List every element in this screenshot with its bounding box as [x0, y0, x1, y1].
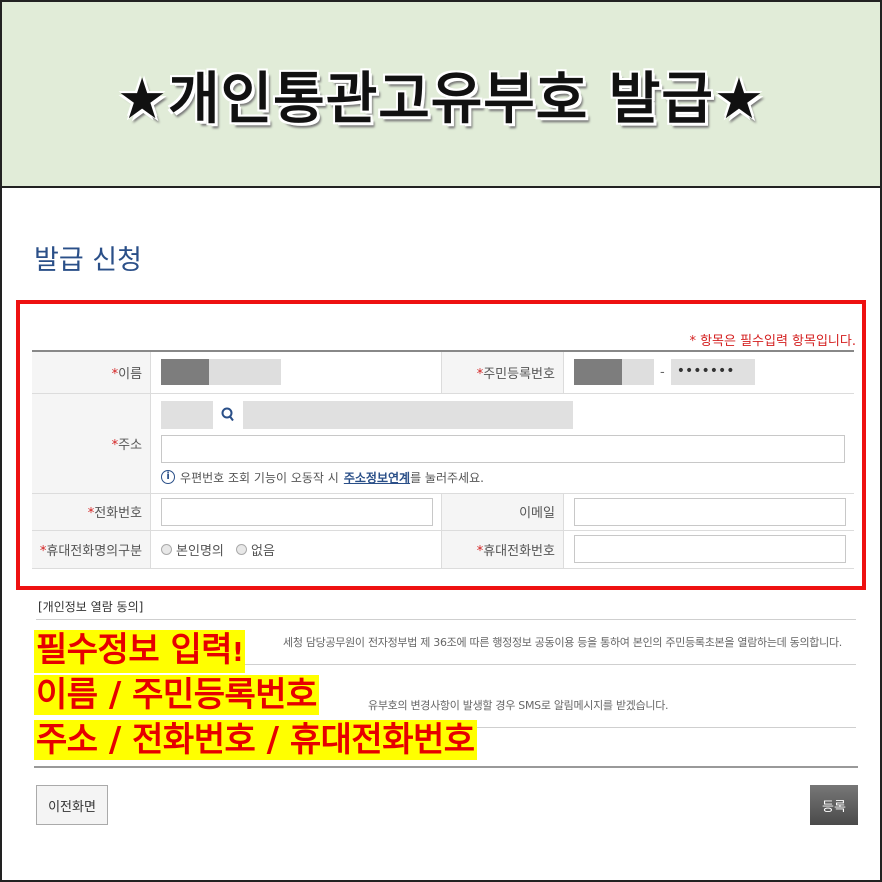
email-label: 이메일: [441, 493, 564, 531]
mobile-type-label: *휴대전화명의구분: [32, 530, 152, 569]
mobile-cell: [563, 530, 854, 569]
radio-none[interactable]: [236, 543, 248, 555]
email-cell: [563, 493, 854, 531]
name-input[interactable]: [161, 359, 282, 386]
radio-own-label: 본인명의: [176, 543, 224, 559]
application-form: *이름 *주민등록번호 - ••••••• *주소 i 우편번호 조회 기능이 오…: [32, 350, 854, 569]
mobile-label: *휴대전화번호: [441, 530, 564, 569]
address-link[interactable]: 주소정보연계: [344, 469, 410, 486]
rrn-front-input[interactable]: [573, 359, 654, 386]
address-base-input[interactable]: [243, 400, 574, 429]
name-cell: [150, 350, 443, 394]
form-row-phone: *전화번호 이메일: [32, 493, 854, 531]
previous-button[interactable]: 이전화면: [36, 785, 108, 825]
overlay-line-1: 필수정보 입력!: [34, 630, 246, 673]
radio-own[interactable]: [161, 543, 173, 555]
zipcode-search-button[interactable]: [219, 401, 237, 429]
email-input[interactable]: [573, 497, 846, 526]
bottom-divider: [34, 766, 858, 768]
rrn-dash: -: [659, 364, 665, 380]
form-row-mobile: *휴대전화명의구분 본인명의 없음 *휴대전화번호: [32, 530, 854, 569]
rrn-back-input[interactable]: •••••••: [670, 359, 755, 386]
consent-divider: [36, 619, 856, 620]
overlay-line-2: 이름 / 주민등록번호: [34, 675, 319, 715]
form-row-name: *이름 *주민등록번호 - •••••••: [32, 350, 854, 394]
consent-text-2: 유부호의 변경사항이 발생할 경우 SMS로 알림메시지를 받겠습니다.: [368, 699, 669, 712]
consent-text-1: 세청 담당공무원이 전자정부법 제 36조에 따른 행정정보 공동이용 등을 통…: [283, 636, 842, 649]
address-detail-input[interactable]: [161, 434, 846, 463]
name-label: *이름: [32, 350, 152, 394]
section-title: 발급 신청: [34, 245, 142, 276]
info-icon: i: [161, 470, 176, 484]
banner-title: ★개인통관고유부호 발급★: [116, 66, 766, 132]
phone-cell: [150, 493, 443, 531]
phone-input[interactable]: [161, 497, 434, 526]
address-cell: i 우편번호 조회 기능이 오동작 시 주소정보연계 를 눌러주세요.: [150, 393, 854, 494]
overlay-line-3: 주소 / 전화번호 / 휴대전화번호: [34, 720, 477, 760]
search-icon: [221, 407, 234, 421]
form-row-address: *주소 i 우편번호 조회 기능이 오동작 시 주소정보연계 를 눌러주세요.: [32, 393, 854, 494]
title-banner: ★개인통관고유부호 발급★: [2, 2, 880, 188]
phone-label: *전화번호: [32, 493, 152, 531]
address-label: *주소: [32, 393, 152, 494]
address-info: i 우편번호 조회 기능이 오동작 시 주소정보연계 를 눌러주세요.: [161, 469, 846, 486]
mobile-type-cell: 본인명의 없음: [150, 530, 443, 569]
submit-button[interactable]: 등록: [810, 785, 858, 825]
mobile-input[interactable]: [573, 535, 846, 563]
consent-title: [개인정보 열람 동의]: [38, 600, 144, 614]
rrn-label: *주민등록번호: [441, 350, 564, 394]
required-note: * 항목은 필수입력 항목입니다.: [689, 334, 856, 349]
radio-none-label: 없음: [251, 543, 275, 559]
zipcode-input[interactable]: [161, 400, 214, 429]
rrn-cell: - •••••••: [563, 350, 854, 394]
